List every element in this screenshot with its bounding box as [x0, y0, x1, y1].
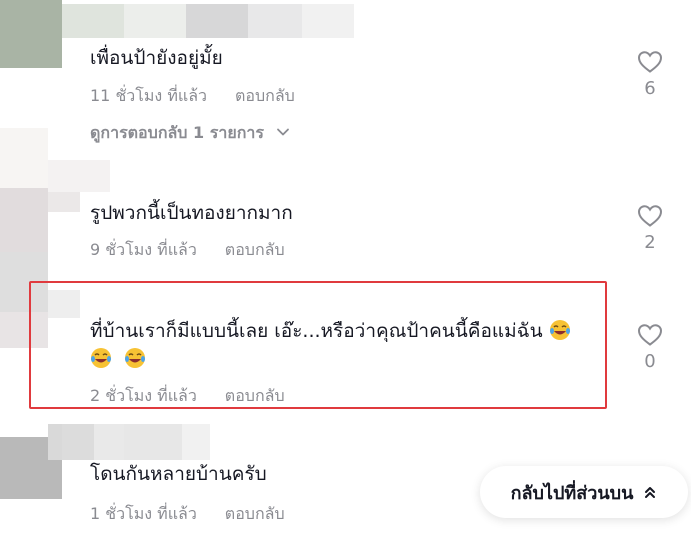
comment-text-line: ที่บ้านเราก็มีแบบนี้เลย เอ๊ะ...หรือว่าคุ… — [90, 320, 543, 342]
blurred-username — [302, 4, 354, 38]
reply-button[interactable]: ตอบกลับ — [225, 502, 285, 527]
blurred-avatar — [0, 128, 48, 188]
comment-text: ที่บ้านเราก็มีแบบนี้เลย เอ๊ะ...หรือว่าคุ… — [90, 316, 610, 374]
view-replies-button[interactable]: ดูการตอบกลับ 1 รายการ — [90, 121, 290, 146]
comment-meta: 9 ชั่วโมง ที่แล้ว ตอบกลับ — [90, 238, 285, 263]
heart-outline-icon — [637, 51, 663, 73]
chevron-down-icon — [276, 128, 289, 136]
blurred-avatar — [0, 0, 62, 68]
double-chevron-up-icon — [645, 487, 656, 498]
heart-outline-icon — [637, 324, 663, 346]
blurred-username — [248, 4, 302, 38]
back-to-top-button[interactable]: กลับไปที่ส่วนบน — [480, 466, 688, 518]
blurred-username — [124, 4, 186, 38]
blurred-username — [186, 4, 248, 38]
comment-time: 11 ชั่วโมง ที่แล้ว — [90, 86, 207, 105]
comment-text: รูปพวกนี้เป็นทองยากมาก — [90, 202, 293, 224]
comment-time: 2 ชั่วโมง ที่แล้ว — [90, 386, 197, 405]
comment-meta: 2 ชั่วโมง ที่แล้ว ตอบกลับ — [90, 384, 285, 409]
reply-button[interactable]: ตอบกลับ — [235, 84, 295, 109]
blurred-username — [62, 424, 94, 460]
tears-of-joy-emoji — [91, 348, 111, 368]
blurred-avatar — [0, 188, 48, 252]
tears-of-joy-emoji — [549, 320, 570, 340]
blurred-username — [48, 160, 110, 192]
blurred-username — [182, 424, 210, 460]
comment-meta: 11 ชั่วโมง ที่แล้ว ตอบกลับ — [90, 84, 295, 109]
comment-time: 1 ชั่วโมง ที่แล้ว — [90, 504, 197, 523]
reply-button[interactable]: ตอบกลับ — [225, 384, 285, 409]
like-button[interactable]: 6 — [628, 50, 672, 99]
like-count: 6 — [644, 78, 656, 99]
like-count: 2 — [644, 232, 656, 253]
like-button[interactable]: 0 — [628, 323, 672, 372]
tears-of-joy-emoji — [125, 348, 146, 368]
back-to-top-label: กลับไปที่ส่วนบน — [510, 482, 634, 504]
heart-outline-icon — [637, 205, 663, 227]
comment-time: 9 ชั่วโมง ที่แล้ว — [90, 240, 197, 259]
like-button[interactable]: 2 — [628, 204, 672, 253]
blurred-username — [94, 424, 124, 460]
comment-text: โดนกันหลายบ้านครับ — [90, 463, 267, 485]
like-count: 0 — [644, 351, 656, 372]
blurred-username — [48, 192, 80, 212]
comment-text: เพื่อนป้ายังอยู่มั้ย — [90, 47, 223, 69]
comment-meta: 1 ชั่วโมง ที่แล้ว ตอบกลับ — [90, 502, 285, 527]
blurred-username — [62, 4, 124, 38]
blurred-username — [124, 424, 182, 460]
view-replies-label: ดูการตอบกลับ 1 รายการ — [90, 123, 264, 142]
reply-button[interactable]: ตอบกลับ — [225, 238, 285, 263]
